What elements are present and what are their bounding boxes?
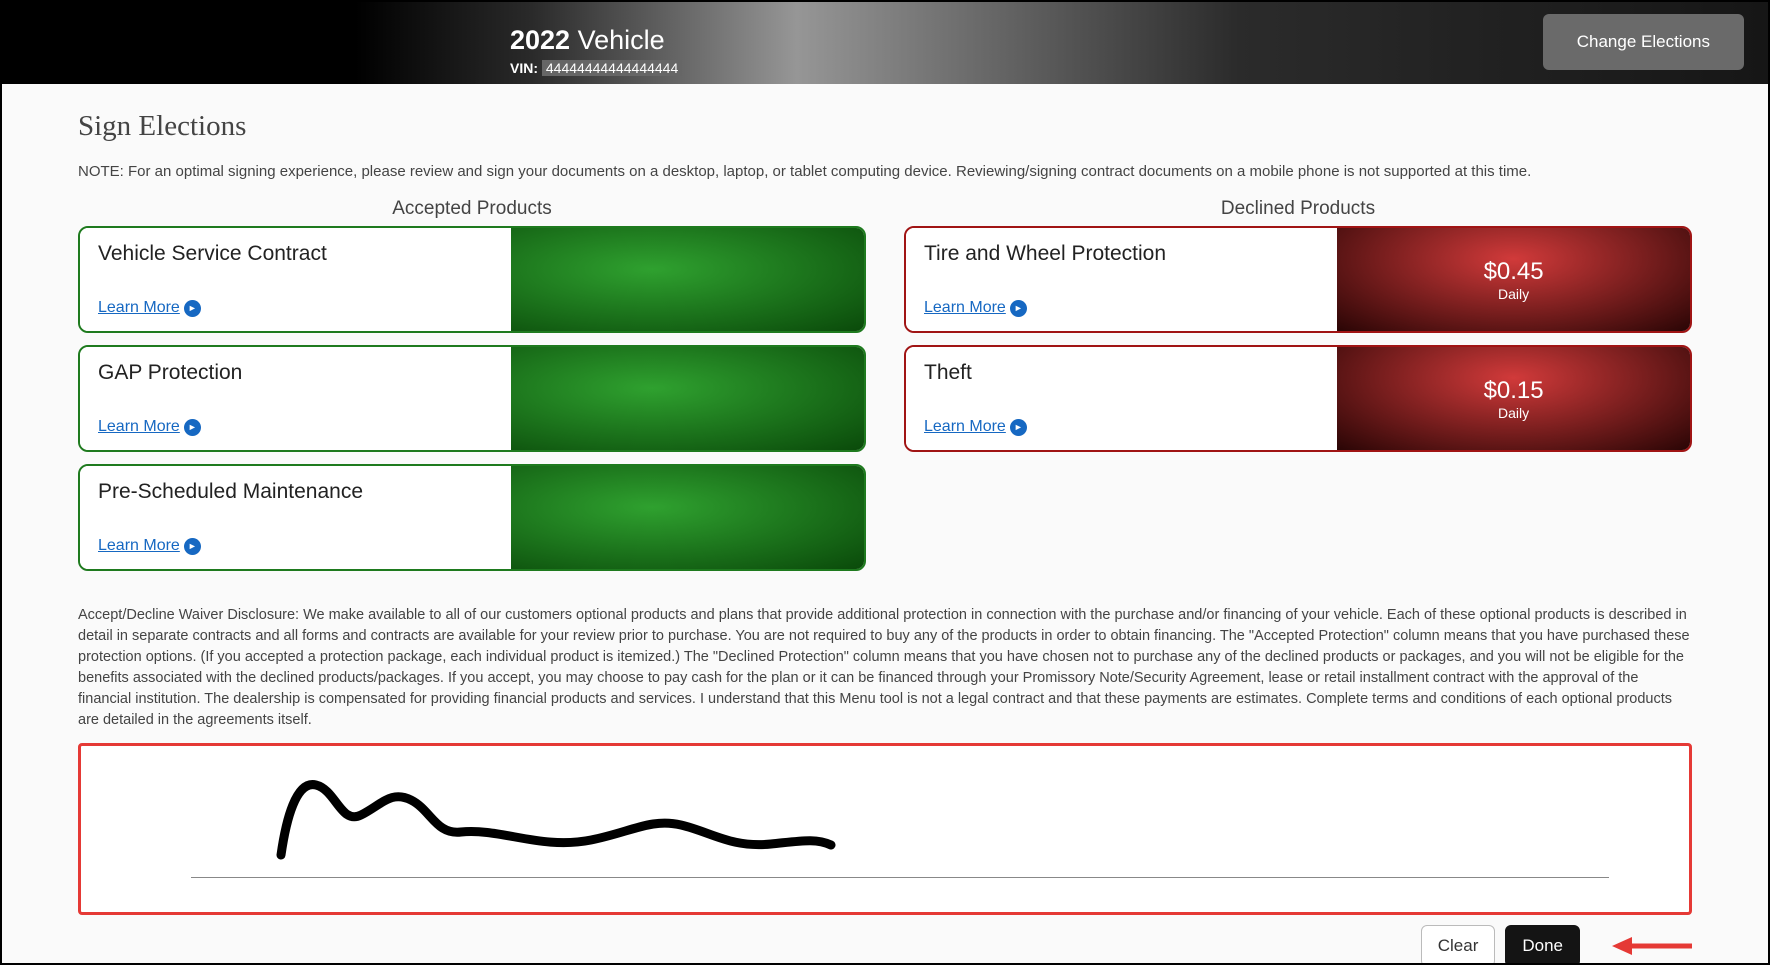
product-columns: Accepted Products Vehicle Service Contra… — [78, 198, 1692, 583]
learn-more-link[interactable]: Learn More — [98, 418, 201, 436]
signature-panel[interactable] — [78, 743, 1692, 915]
signature-stroke — [261, 770, 841, 870]
vehicle-info: 2022 Vehicle VIN: 44444444444444444 — [510, 11, 682, 76]
product-title: Vehicle Service Contract — [98, 242, 493, 266]
card-body: Pre-Scheduled Maintenance Learn More — [80, 466, 511, 569]
vin-value: 44444444444444444 — [542, 60, 682, 76]
vehicle-model: Vehicle — [578, 25, 665, 55]
learn-more-label: Learn More — [924, 299, 1006, 317]
logo-placeholder — [2, 2, 350, 84]
signature-line — [191, 877, 1609, 878]
chevron-right-circle-icon — [184, 300, 201, 317]
card-status-area — [511, 466, 864, 569]
accepted-card: GAP Protection Learn More — [78, 345, 866, 452]
card-body: Theft Learn More — [906, 347, 1337, 450]
product-period: Daily — [1498, 405, 1529, 421]
product-title: Pre-Scheduled Maintenance — [98, 480, 493, 504]
product-price: $0.45 — [1484, 258, 1544, 286]
signing-note: NOTE: For an optimal signing experience,… — [78, 163, 1692, 180]
learn-more-label: Learn More — [98, 418, 180, 436]
learn-more-label: Learn More — [98, 299, 180, 317]
product-title: GAP Protection — [98, 361, 493, 385]
clear-button[interactable]: Clear — [1421, 925, 1496, 963]
vehicle-title: 2022 Vehicle — [510, 25, 682, 56]
declined-column: Declined Products Tire and Wheel Protect… — [904, 198, 1692, 583]
learn-more-link[interactable]: Learn More — [98, 537, 201, 555]
main-content: Sign Elections NOTE: For an optimal sign… — [2, 84, 1768, 963]
card-body: Vehicle Service Contract Learn More — [80, 228, 511, 331]
declined-header: Declined Products — [904, 198, 1692, 220]
product-title: Theft — [924, 361, 1319, 385]
chevron-right-circle-icon — [184, 419, 201, 436]
accepted-header: Accepted Products — [78, 198, 866, 220]
vin-line: VIN: 44444444444444444 — [510, 60, 682, 76]
card-body: GAP Protection Learn More — [80, 347, 511, 450]
learn-more-label: Learn More — [924, 418, 1006, 436]
product-price: $0.15 — [1484, 377, 1544, 405]
product-period: Daily — [1498, 286, 1529, 302]
learn-more-label: Learn More — [98, 537, 180, 555]
vin-label: VIN: — [510, 60, 538, 76]
accepted-column: Accepted Products Vehicle Service Contra… — [78, 198, 866, 583]
page-title: Sign Elections — [78, 110, 1692, 143]
app-header: 2022 Vehicle VIN: 44444444444444444 Chan… — [2, 2, 1768, 84]
accepted-card: Pre-Scheduled Maintenance Learn More — [78, 464, 866, 571]
learn-more-link[interactable]: Learn More — [924, 418, 1027, 436]
product-title: Tire and Wheel Protection — [924, 242, 1319, 266]
learn-more-link[interactable]: Learn More — [924, 299, 1027, 317]
card-price-area: $0.45 Daily — [1337, 228, 1690, 331]
change-elections-button[interactable]: Change Elections — [1543, 14, 1744, 70]
done-button[interactable]: Done — [1505, 925, 1580, 963]
learn-more-link[interactable]: Learn More — [98, 299, 201, 317]
waiver-disclosure: Accept/Decline Waiver Disclosure: We mak… — [78, 605, 1692, 731]
card-price-area: $0.15 Daily — [1337, 347, 1690, 450]
accepted-card: Vehicle Service Contract Learn More — [78, 226, 866, 333]
signature-buttons: Clear Done — [78, 925, 1692, 963]
card-status-area — [511, 228, 864, 331]
card-body: Tire and Wheel Protection Learn More — [906, 228, 1337, 331]
card-status-area — [511, 347, 864, 450]
chevron-right-circle-icon — [1010, 419, 1027, 436]
chevron-right-circle-icon — [1010, 300, 1027, 317]
declined-card: Tire and Wheel Protection Learn More $0.… — [904, 226, 1692, 333]
declined-card: Theft Learn More $0.15 Daily — [904, 345, 1692, 452]
chevron-right-circle-icon — [184, 538, 201, 555]
vehicle-year: 2022 — [510, 25, 570, 55]
annotation-arrow-icon — [1612, 935, 1692, 957]
